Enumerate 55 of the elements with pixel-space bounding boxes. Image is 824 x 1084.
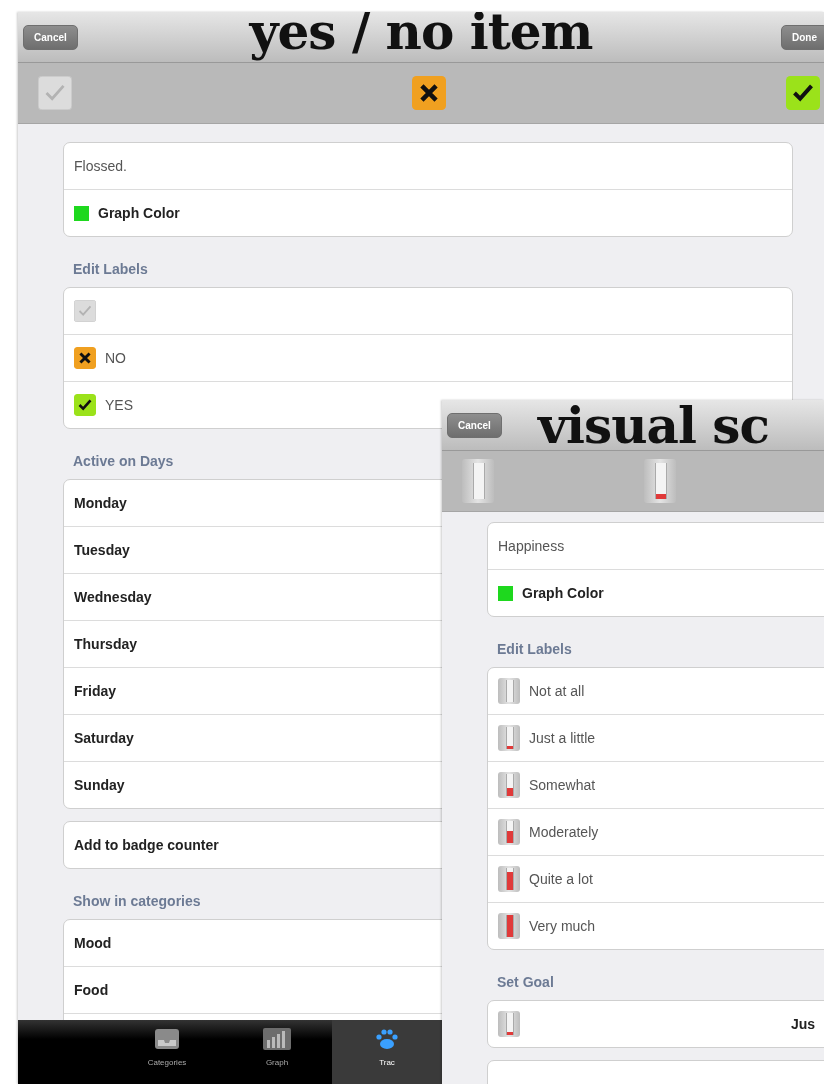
thermometer-icon (498, 819, 520, 845)
x-mark-icon[interactable] (412, 76, 446, 110)
graph-color-label: Graph Color (522, 585, 604, 601)
list-item-text: Sunday (74, 777, 125, 793)
list-item-text: Food (74, 982, 109, 998)
done-button[interactable]: Done (781, 24, 824, 50)
cancel-button[interactable]: Cancel (447, 412, 502, 438)
paw-icon (375, 1028, 399, 1050)
label-text: YES (105, 397, 133, 413)
cancel-button[interactable]: Cancel (23, 24, 78, 50)
x-mark-icon (74, 347, 96, 369)
section-header: Set Goal (496, 973, 555, 992)
bar-chart-icon (263, 1028, 291, 1050)
label-text: Very much (529, 918, 596, 934)
tab-button[interactable]: Categories (112, 1020, 222, 1084)
graph-color-label: Graph Color (98, 205, 180, 221)
empty-check-icon (74, 300, 96, 322)
tab-button[interactable]: Graph (222, 1020, 332, 1084)
tab-button[interactable]: Trac (332, 1020, 442, 1084)
label-text: NO (105, 350, 126, 366)
thermometer-icon (498, 866, 520, 892)
thermometer-icon (498, 1011, 520, 1037)
thermometer-icon (498, 725, 520, 751)
label-text: Moderately (529, 824, 599, 840)
thermometer-icon (498, 772, 520, 798)
caption-title: visual sc (538, 400, 769, 455)
tray-icon (154, 1028, 180, 1050)
label-text: Not at all (529, 683, 585, 699)
list-item-text: Friday (74, 683, 116, 699)
section-header: Active on Days (72, 452, 175, 471)
label-text: Quite a lot (529, 871, 593, 887)
list-item-text: Thursday (74, 636, 137, 652)
name-field[interactable]: Happiness (488, 523, 824, 569)
section-header: Edit Labels (496, 640, 573, 659)
thermometer-icon (498, 913, 520, 939)
list-item-text: Monday (74, 495, 127, 511)
name-field-text: Happiness (498, 538, 565, 554)
list-item-text: Wednesday (74, 589, 152, 605)
section-header: Show in categories (72, 892, 202, 911)
check-mark-icon[interactable] (786, 76, 820, 110)
thermometer-icon[interactable] (644, 459, 676, 503)
check-mark-icon (74, 394, 96, 416)
list-item-text: Tuesday (74, 542, 130, 558)
label-text: Just a little (529, 730, 596, 746)
empty-check-icon[interactable] (38, 76, 72, 110)
thermometer-icon (498, 678, 520, 704)
name-field-text: Flossed. (74, 158, 127, 174)
thermometer-icon[interactable] (462, 459, 494, 503)
list-item-text: Saturday (74, 730, 134, 746)
name-field[interactable]: Flossed. (64, 143, 792, 189)
label-text: Somewhat (529, 777, 596, 793)
list-item-text: Add to badge counter (74, 837, 219, 853)
section-header: Edit Labels (72, 260, 149, 279)
goal-value: Jus (790, 1016, 816, 1032)
list-item-text: Mood (74, 935, 112, 951)
